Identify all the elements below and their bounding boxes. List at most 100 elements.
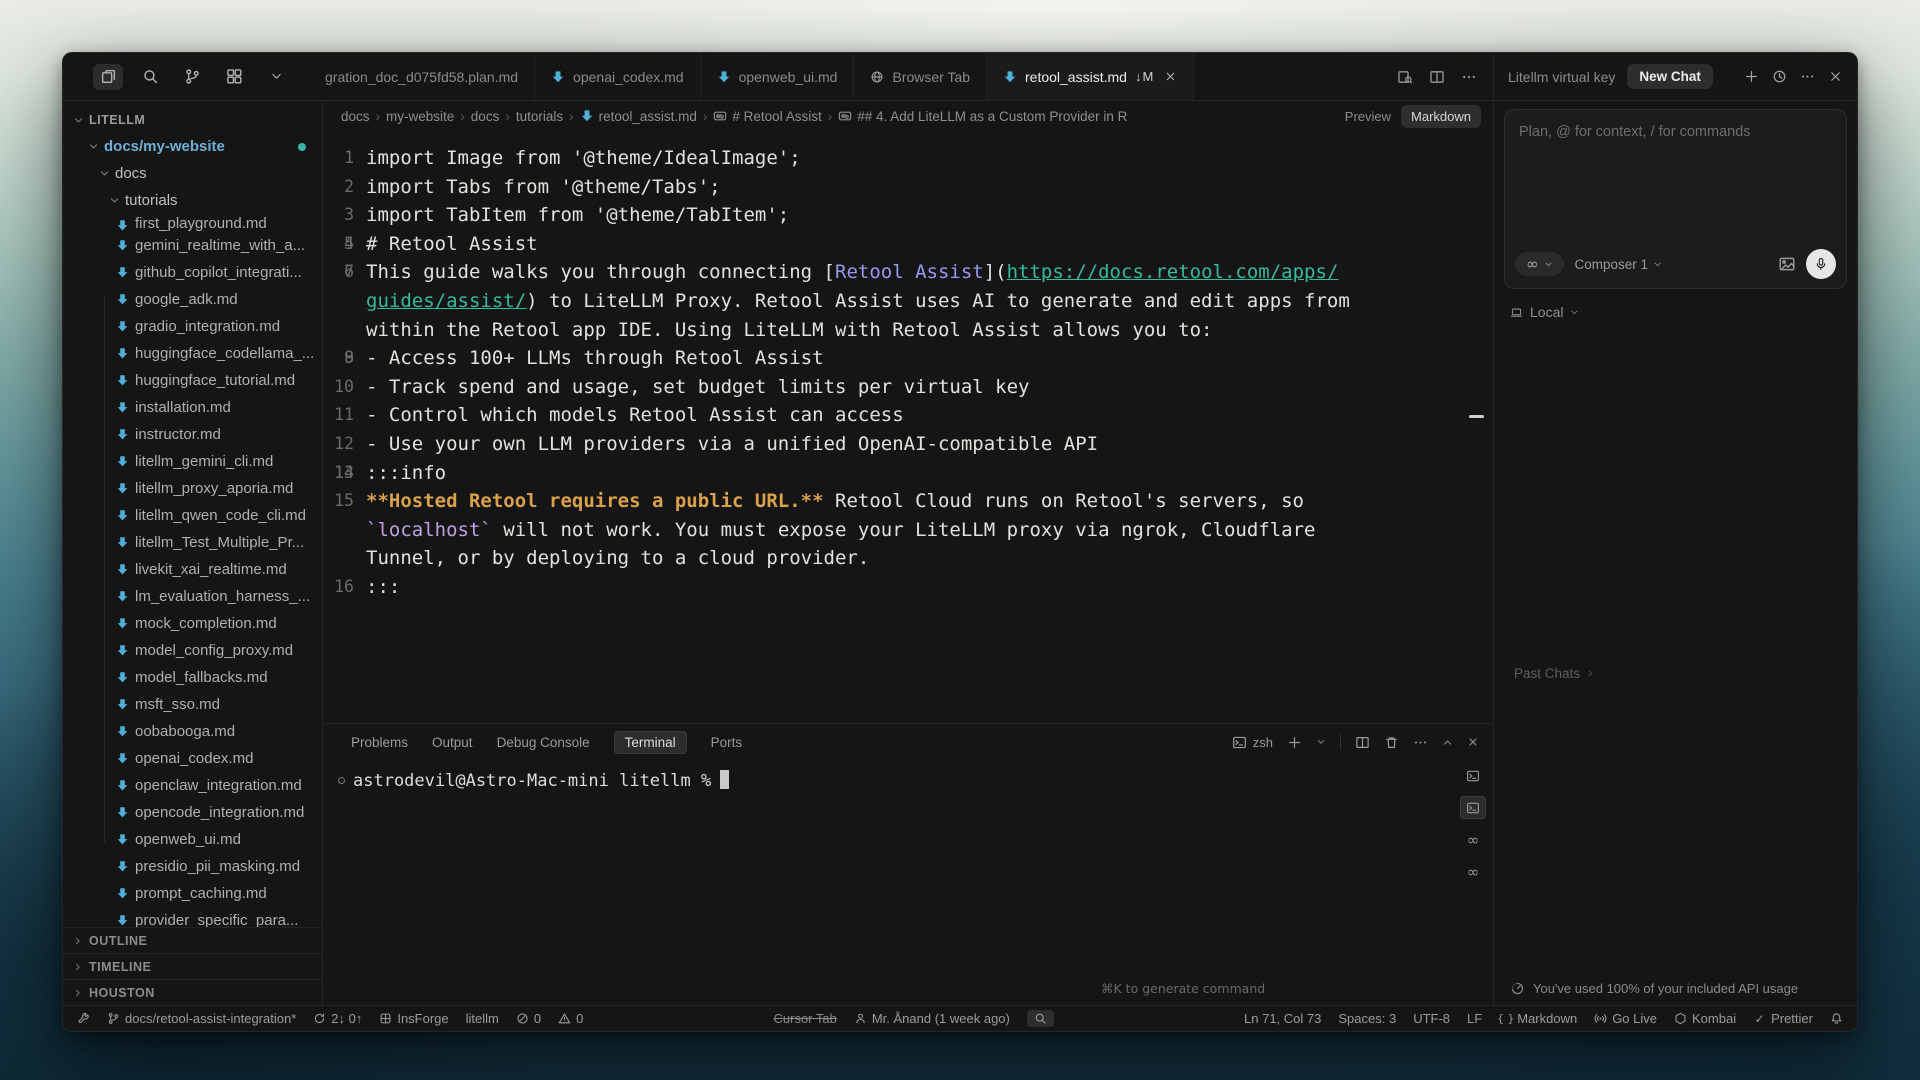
file-huggingface-tutorial-md[interactable]: huggingface_tutorial.md [63, 367, 322, 394]
activity-chevd-button[interactable] [261, 64, 291, 90]
panel-tab-debug-console[interactable]: Debug Console [497, 735, 590, 750]
file-provider-specific-para[interactable]: provider_specific_para... [63, 907, 322, 927]
editor-line[interactable]: 11- Control which models Retool Assist c… [323, 401, 1493, 430]
editor-line[interactable]: Tunnel, or by deploying to a cloud provi… [323, 544, 1493, 573]
terminal-instance-2[interactable] [1460, 796, 1486, 819]
split-editor-icon[interactable] [1429, 69, 1445, 85]
file-instructor-md[interactable]: instructor.md [63, 421, 322, 448]
editor-line[interactable]: 5# Retool Assist [323, 230, 1493, 259]
editor-line[interactable]: 1import Image from '@theme/IdealImage'; [323, 144, 1493, 173]
status-mr-nand-1-week-ago[interactable]: Mr. Ånand (1 week ago) [854, 1011, 1010, 1026]
status-bell[interactable] [1830, 1012, 1843, 1025]
section-timeline[interactable]: TIMELINE [63, 953, 322, 979]
status-tools[interactable] [77, 1012, 90, 1025]
file-mock-completion-md[interactable]: mock_completion.md [63, 610, 322, 637]
history-clock-icon[interactable] [1772, 69, 1787, 84]
status-utf-8[interactable]: UTF-8 [1413, 1011, 1450, 1026]
file-first-playground-md[interactable]: first_playground.md [63, 214, 322, 232]
status-insforge[interactable]: InsForge [379, 1011, 448, 1026]
activity-files-button[interactable] [93, 64, 123, 90]
editor-line[interactable]: 2import Tabs from '@theme/Tabs'; [323, 173, 1493, 202]
more-icon[interactable] [1800, 69, 1815, 84]
status-docs-retool-assist-integration[interactable]: docs/retool-assist-integration* [107, 1011, 296, 1026]
folder-docs[interactable]: docs [63, 160, 322, 187]
file-gemini-realtime-with-a[interactable]: gemini_realtime_with_a... [63, 232, 322, 259]
panel-tab-ports[interactable]: Ports [711, 735, 743, 750]
breadcrumb-retool-assist[interactable]: # Retool Assist [713, 109, 821, 124]
file-litellm-qwen-code-cli-md[interactable]: litellm_qwen_code_cli.md [63, 502, 322, 529]
editor-line[interactable]: 9- Access 100+ LLMs through Retool Assis… [323, 344, 1493, 373]
model-selector[interactable]: ∞ [1515, 252, 1564, 276]
kill-terminal-icon[interactable] [1384, 735, 1399, 750]
explorer-section-litellm[interactable]: LITELLM [63, 107, 322, 133]
breadcrumb-my-website[interactable]: my-website [386, 109, 454, 124]
preview-button[interactable]: Preview [1345, 109, 1391, 124]
editor-line[interactable]: 16::: [323, 573, 1493, 602]
status-0[interactable]: 0 [558, 1011, 583, 1026]
editor-line[interactable]: 3import TabItem from '@theme/TabItem'; [323, 201, 1493, 230]
tab-retool-assist-md[interactable]: retool_assist.md↓M [987, 53, 1194, 100]
status-markdown[interactable]: { }Markdown [1499, 1011, 1577, 1026]
past-chats[interactable]: Past Chats [1514, 666, 1595, 681]
file-litellm-gemini-cli-md[interactable]: litellm_gemini_cli.md [63, 448, 322, 475]
file-presidio-pii-masking-md[interactable]: presidio_pii_masking.md [63, 853, 322, 880]
folder-docs-my-website[interactable]: docs/my-website [63, 133, 322, 160]
file-openai-codex-md[interactable]: openai_codex.md [63, 745, 322, 772]
panel-tab-output[interactable]: Output [432, 735, 473, 750]
status-magnifier[interactable] [1027, 1010, 1054, 1027]
scrollbar-thumb[interactable] [1469, 415, 1484, 418]
status-cursor-tab[interactable]: Cursor Tab [774, 1011, 837, 1026]
file-openweb-ui-md[interactable]: openweb_ui.md [63, 826, 322, 853]
file-prompt-caching-md[interactable]: prompt_caching.md [63, 880, 322, 907]
breadcrumb-tutorials[interactable]: tutorials [516, 109, 563, 124]
file-github-copilot-integrati[interactable]: github_copilot_integrati... [63, 259, 322, 286]
file-oobabooga-md[interactable]: oobabooga.md [63, 718, 322, 745]
breadcrumb-retool-assist-md[interactable]: retool_assist.md [580, 109, 697, 124]
editor-line[interactable]: 14:::info [323, 459, 1493, 488]
close-panel-icon[interactable] [1467, 736, 1479, 748]
editor-line[interactable]: 15**Hosted Retool requires a public URL.… [323, 487, 1493, 516]
file-google-adk-md[interactable]: google_adk.md [63, 286, 322, 313]
file-installation-md[interactable]: installation.md [63, 394, 322, 421]
plus-icon[interactable] [1744, 69, 1759, 84]
terminal-instance-3[interactable]: ∞ [1460, 828, 1486, 851]
more-icon[interactable] [1413, 735, 1428, 750]
breadcrumb-docs[interactable]: docs [471, 109, 500, 124]
status-go-live[interactable]: Go Live [1594, 1011, 1657, 1026]
tab-gration-doc-d075fd58-plan-md[interactable]: gration_doc_d075fd58.plan.md [323, 53, 535, 100]
section-houston[interactable]: HOUSTON [63, 979, 322, 1005]
tab-openai-codex-md[interactable]: openai_codex.md [535, 53, 701, 100]
tab-browser-tab[interactable]: Browser Tab [854, 53, 987, 100]
file-lm-evaluation-harness[interactable]: lm_evaluation_harness_... [63, 583, 322, 610]
file-gradio-integration-md[interactable]: gradio_integration.md [63, 313, 322, 340]
mic-button[interactable] [1806, 249, 1836, 279]
folder-tutorials[interactable]: tutorials [63, 187, 322, 214]
editor-content[interactable]: 1import Image from '@theme/IdealImage';2… [323, 131, 1493, 723]
open-preview-icon[interactable] [1397, 69, 1413, 85]
editor-line[interactable]: `localhost` will not work. You must expo… [323, 516, 1493, 545]
split-terminal-icon[interactable] [1355, 735, 1370, 750]
more-actions-icon[interactable] [1461, 69, 1477, 85]
maximize-panel-icon[interactable] [1442, 737, 1453, 748]
environment-selector[interactable]: Local [1510, 304, 1847, 320]
status-kombai[interactable]: Kombai [1674, 1011, 1736, 1026]
editor-line[interactable]: within the Retool app IDE. Using LiteLLM… [323, 316, 1493, 345]
file-msft-sso-md[interactable]: msft_sso.md [63, 691, 322, 718]
attach-image-icon[interactable] [1778, 255, 1796, 273]
file-litellm-proxy-aporia-md[interactable]: litellm_proxy_aporia.md [63, 475, 322, 502]
status-0[interactable]: 0 [516, 1011, 541, 1026]
status-lf[interactable]: LF [1467, 1011, 1482, 1026]
file-model-fallbacks-md[interactable]: model_fallbacks.md [63, 664, 322, 691]
file-huggingface-codellama[interactable]: huggingface_codellama_... [63, 340, 322, 367]
breadcrumb-4-add-litellm-as-a-custom-provider-in-r[interactable]: ## 4. Add LiteLLM as a Custom Provider i… [838, 109, 1127, 124]
shell-instance[interactable]: zsh [1232, 735, 1273, 750]
file-litellm-test-multiple-pr[interactable]: litellm_Test_Multiple_Pr... [63, 529, 322, 556]
new-chat-tab[interactable]: New Chat [1627, 64, 1713, 89]
status-spaces-3[interactable]: Spaces: 3 [1338, 1011, 1396, 1026]
editor-line[interactable]: guides/assist/) to LiteLLM Proxy. Retool… [323, 287, 1493, 316]
status-litellm[interactable]: litellm [466, 1011, 499, 1026]
tab-openweb-ui-md[interactable]: openweb_ui.md [701, 53, 855, 100]
terminal-viewport[interactable]: astrodevil@Astro-Mac-mini litellm % [323, 760, 1493, 1005]
close-tab-icon[interactable] [1164, 70, 1177, 83]
file-openclaw-integration-md[interactable]: openclaw_integration.md [63, 772, 322, 799]
